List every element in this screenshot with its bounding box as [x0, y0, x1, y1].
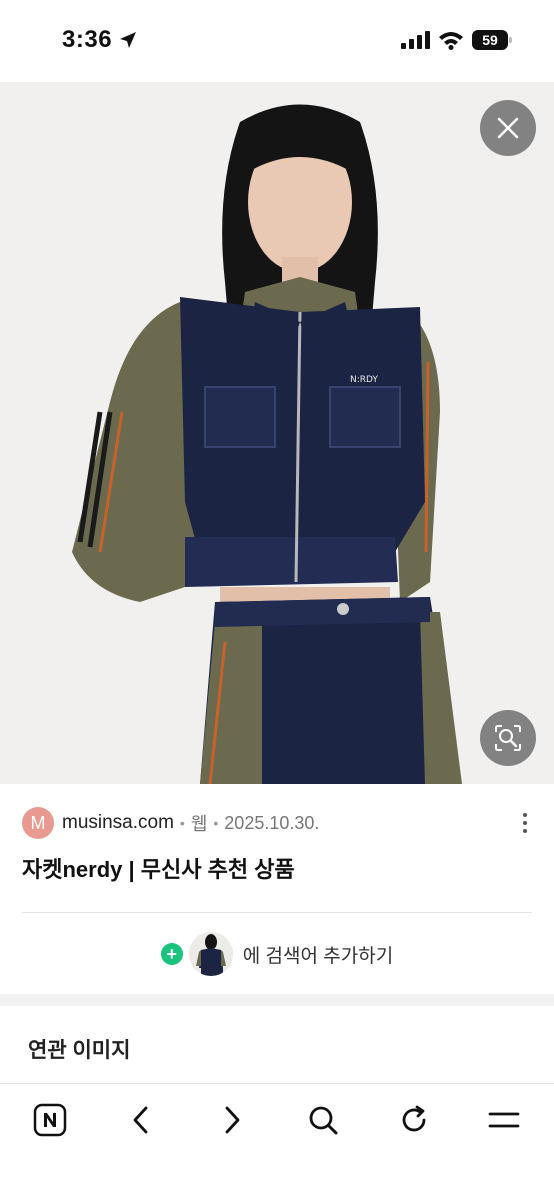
image-search-button[interactable] — [480, 710, 536, 766]
jacket-logo-text: N:RDY — [350, 375, 378, 385]
more-dot — [523, 829, 527, 833]
menu-icon — [488, 1112, 520, 1128]
reload-button[interactable] — [394, 1100, 434, 1140]
add-search-term-button[interactable]: + 에 검색어 추가하기 — [0, 928, 554, 980]
result-source[interactable]: M musinsa.com • 웹 • 2025.10.30. — [22, 806, 542, 840]
chevron-left-icon — [133, 1106, 148, 1134]
plus-icon: + — [160, 943, 183, 965]
status-bar: 3:36 59 — [0, 0, 554, 82]
menu-button[interactable] — [484, 1100, 524, 1140]
image-thumbnail — [188, 932, 233, 976]
search-button[interactable] — [303, 1100, 343, 1140]
source-domain[interactable]: musinsa.com — [62, 812, 174, 834]
site-favicon: M — [22, 807, 54, 839]
more-options-button[interactable] — [518, 810, 532, 836]
separator: • — [179, 815, 185, 831]
divider — [22, 912, 532, 913]
product-photo: N:RDY — [0, 82, 554, 784]
add-search-term-label: 에 검색어 추가하기 — [242, 945, 394, 967]
battery-indicator: 59 — [472, 30, 512, 50]
thumbnail-photo — [188, 932, 233, 976]
forward-button[interactable] — [212, 1100, 252, 1140]
reload-icon — [402, 1105, 426, 1132]
close-button[interactable] — [480, 100, 536, 156]
back-button[interactable] — [121, 1100, 161, 1140]
home-button[interactable] — [30, 1100, 70, 1140]
close-icon — [497, 117, 519, 139]
related-images-heading: 연관 이미지 — [28, 1039, 131, 1062]
search-icon — [309, 1106, 338, 1135]
favicon-letter: M — [30, 812, 46, 833]
wifi-icon — [439, 32, 463, 50]
section-separator — [0, 994, 554, 1006]
result-type: 웹 — [190, 814, 208, 834]
browser-toolbar — [0, 1083, 554, 1200]
status-icons: 59 — [400, 30, 512, 50]
more-dot — [523, 813, 527, 817]
separator: • — [213, 815, 219, 831]
cellular-signal-icon — [401, 31, 430, 49]
naver-home-icon — [33, 1103, 67, 1137]
battery-level: 59 — [482, 32, 498, 48]
result-title[interactable]: 자켓nerdy | 무신사 추천 상품 — [22, 852, 295, 884]
clock-text: 3:36 — [62, 26, 113, 53]
chevron-right-icon — [225, 1106, 240, 1134]
more-dot — [523, 821, 527, 825]
product-image[interactable]: N:RDY — [0, 82, 554, 784]
status-time: 3:36 — [62, 26, 138, 54]
location-arrow-icon — [120, 32, 137, 48]
image-search-icon — [495, 725, 521, 751]
result-date: 2025.10.30. — [224, 812, 320, 833]
